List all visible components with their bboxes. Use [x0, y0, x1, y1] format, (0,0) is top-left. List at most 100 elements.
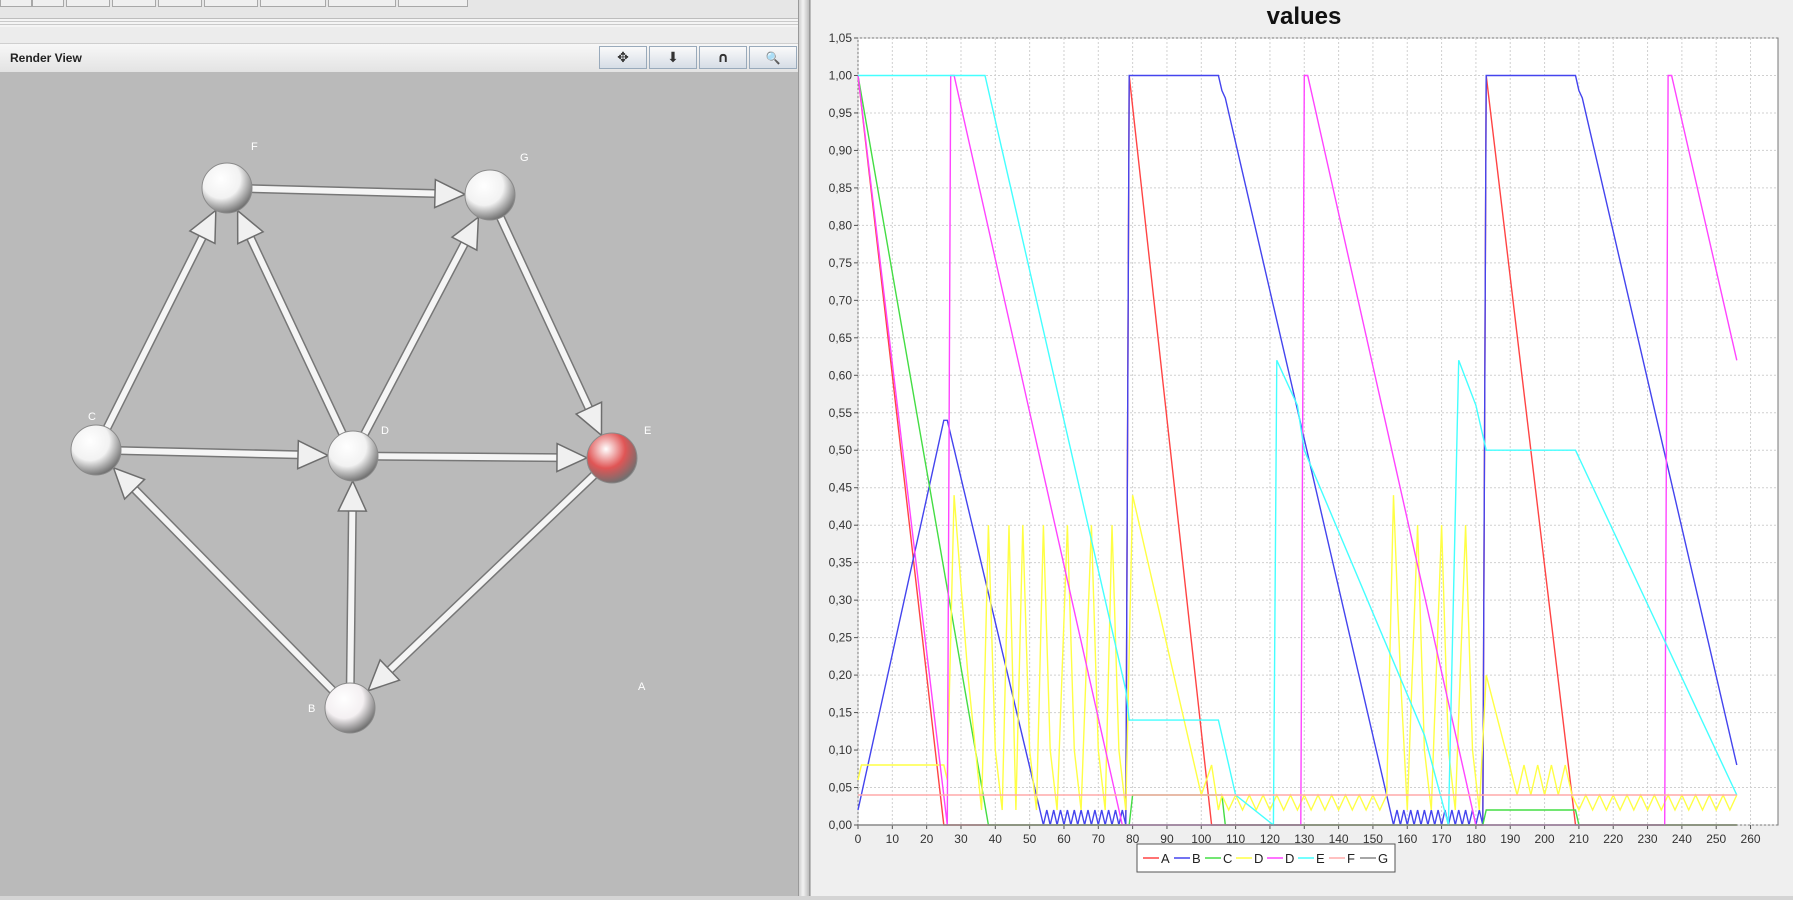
y-tick-label: 0,40	[829, 518, 853, 532]
edge-shaft	[131, 486, 339, 697]
edge-f-g[interactable]	[242, 178, 467, 209]
toolbar-button[interactable]	[32, 0, 64, 7]
edge-e-b[interactable]	[366, 467, 603, 692]
y-tick-label: 0,90	[829, 143, 853, 157]
node-label-b: B	[308, 703, 315, 715]
arrow-down-icon[interactable]: ⬇	[649, 46, 697, 69]
y-tick-label: 0,20	[829, 668, 853, 682]
edge-c-d[interactable]	[111, 439, 330, 470]
legend-label: F	[1347, 851, 1355, 866]
node-e[interactable]	[586, 432, 638, 484]
x-tick-label: 40	[989, 832, 1003, 846]
node-g[interactable]	[464, 169, 516, 221]
x-tick-label: 10	[886, 832, 900, 846]
y-tick-label: 0,50	[829, 443, 853, 457]
node-label-c: C	[88, 411, 96, 423]
render-view-header: Render View ✥ ⬇ ∩ 🔍	[0, 43, 800, 73]
edge-b-d[interactable]	[337, 479, 368, 693]
x-tick-label: 70	[1092, 832, 1106, 846]
x-tick-label: 160	[1397, 832, 1417, 846]
x-tick-label: 0	[855, 832, 862, 846]
edge-c-f[interactable]	[100, 208, 217, 437]
y-tick-label: 0,45	[829, 481, 853, 495]
toolbar-button[interactable]	[204, 0, 258, 7]
node-b[interactable]	[324, 682, 376, 734]
edge-b-c[interactable]	[112, 466, 341, 699]
x-tick-label: 250	[1706, 832, 1726, 846]
split-divider[interactable]	[798, 0, 810, 896]
node-label-g: G	[520, 152, 529, 164]
x-tick-label: 180	[1466, 832, 1486, 846]
y-tick-label: 0,80	[829, 218, 853, 232]
y-tick-label: 0,85	[829, 181, 853, 195]
x-tick-label: 170	[1432, 832, 1452, 846]
edge-d-f[interactable]	[236, 209, 349, 443]
x-tick-label: 20	[920, 832, 934, 846]
splitter-stripe[interactable]	[0, 19, 800, 27]
toolbar-dropdown[interactable]	[398, 0, 468, 7]
y-tick-label: 1,05	[829, 31, 853, 45]
x-tick-label: 50	[1023, 832, 1037, 846]
edge-shaft	[369, 453, 561, 461]
render-view-title: Render View	[10, 51, 82, 65]
3d-viewport[interactable]: F G C D E B A	[0, 72, 798, 896]
node-label-e: E	[644, 425, 651, 437]
y-tick-label: 0,10	[829, 743, 853, 757]
zoom-icon[interactable]: 🔍	[749, 46, 797, 69]
edge-g-e[interactable]	[493, 208, 603, 437]
toolbar-button[interactable]	[0, 0, 32, 7]
legend: ABCDDEFG	[1136, 843, 1396, 873]
x-tick-label: 200	[1535, 832, 1555, 846]
rotate-icon[interactable]: ∩	[699, 46, 747, 69]
arrowhead-icon	[296, 439, 330, 470]
edge-shaft	[112, 447, 302, 458]
edge-shaft	[386, 468, 601, 674]
node-f[interactable]	[201, 162, 253, 214]
y-tick-label: 0,55	[829, 406, 853, 420]
toolbar-button[interactable]	[260, 0, 326, 7]
y-tick-label: 0,00	[829, 818, 853, 832]
graph-canvas[interactable]: F G C D E B A	[0, 72, 798, 896]
node-label-f: F	[251, 141, 258, 153]
x-tick-label: 220	[1603, 832, 1623, 846]
arrowhead-icon	[433, 178, 467, 209]
x-tick-label: 30	[954, 832, 968, 846]
line-chart: values 0,00 0,05 0,10 0,15 0,20 0,25 0,30 0,35 0,…	[829, 3, 1779, 873]
node-label-d: D	[381, 425, 389, 437]
toolbar-dropdown[interactable]	[158, 0, 202, 7]
legend-label: D	[1254, 851, 1263, 866]
y-tick-label: 0,60	[829, 368, 853, 382]
legend-label: B	[1192, 851, 1201, 866]
arrowhead-icon	[337, 479, 368, 512]
edge-d-e[interactable]	[368, 442, 589, 473]
edge-d-g[interactable]	[357, 215, 480, 443]
node-c[interactable]	[70, 424, 122, 476]
y-tick-label: 0,25	[829, 631, 853, 645]
y-tick-label: 0,70	[829, 293, 853, 307]
y-tick-label: 0,65	[829, 331, 853, 345]
y-tick-label: 1,00	[829, 68, 853, 82]
toolbar-button[interactable]	[112, 0, 156, 7]
y-tick-label: 0,30	[829, 593, 853, 607]
edge-shaft	[347, 507, 356, 692]
y-tick-label: 0,05	[829, 781, 853, 795]
legend-label: A	[1161, 851, 1170, 866]
move-icon[interactable]: ✥	[599, 46, 647, 69]
x-tick-label: 230	[1638, 832, 1658, 846]
chart-title: values	[1267, 3, 1342, 30]
y-tick-label: 0,15	[829, 706, 853, 720]
y-tick-label: 0,35	[829, 556, 853, 570]
y-tick-label: 0,95	[829, 106, 853, 120]
toolbar-button[interactable]	[66, 0, 110, 7]
top-toolbar	[0, 0, 800, 19]
toolbar-button[interactable]	[328, 0, 396, 7]
edge-shaft	[495, 210, 592, 412]
legend-label: D	[1285, 851, 1294, 866]
legend-label: C	[1223, 851, 1232, 866]
node-label-a: A	[638, 681, 646, 693]
arrowhead-icon	[556, 442, 589, 473]
x-tick-label: 190	[1500, 832, 1520, 846]
legend-label: G	[1378, 851, 1388, 866]
node-d[interactable]	[327, 430, 379, 482]
graph-nodes: F G C D E B A	[70, 141, 651, 734]
